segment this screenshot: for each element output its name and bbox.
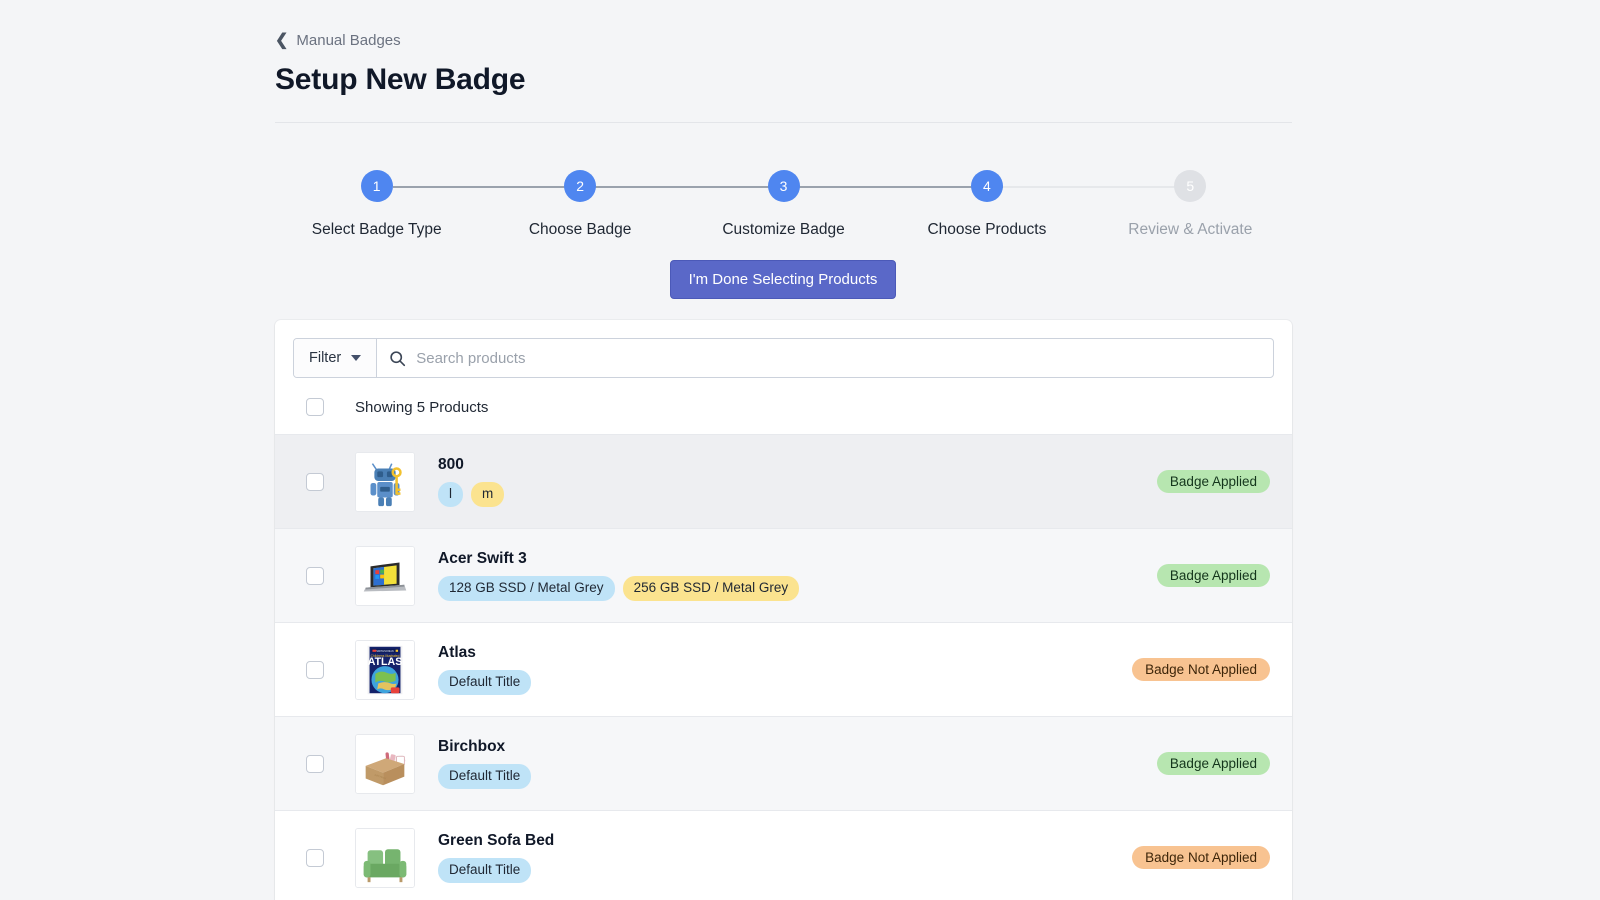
stepper-step-2[interactable]: 2 Choose Badge <box>478 170 681 239</box>
select-all-row: Showing 5 Products <box>275 378 1292 434</box>
product-row[interactable]: Green Sofa Bed Default Title Badge Not App… <box>275 811 1292 900</box>
stepper-step-3[interactable]: 3 Customize Badge <box>682 170 885 239</box>
page-root: ❮ Manual Badges Setup New Badge 1 Select … <box>0 0 1600 900</box>
variant-chip[interactable]: Default Title <box>438 858 531 882</box>
stepper-label: Select Badge Type <box>312 221 442 239</box>
progress-stepper: 1 Select Badge Type 2 Choose Badge 3 Customiz… <box>275 170 1292 239</box>
product-thumbnail <box>355 452 415 512</box>
product-info: Acer Swift 3 128 GB SSD / Metal Grey 256 G… <box>438 550 1157 600</box>
product-name: Atlas <box>438 644 1132 662</box>
stepper-number: 3 <box>768 170 800 202</box>
status-badge: Badge Applied <box>1157 752 1270 775</box>
variant-chip[interactable]: Default Title <box>438 764 531 788</box>
status-badge: Badge Applied <box>1157 470 1270 493</box>
variant-chip[interactable]: Default Title <box>438 670 531 694</box>
status-badge: Badge Applied <box>1157 564 1270 587</box>
variant-list: 128 GB SSD / Metal Grey 256 GB SSD / Meta… <box>438 576 1157 600</box>
filter-label: Filter <box>309 350 341 366</box>
product-row[interactable]: BIRCHBOX Birchbox Default Title Badge Appli… <box>275 717 1292 811</box>
status-badge: Badge Not Applied <box>1132 658 1270 681</box>
stepper-label: Choose Products <box>927 221 1046 239</box>
svg-text:SMITHSONIAN: SMITHSONIAN <box>376 650 394 653</box>
product-checkbox[interactable] <box>306 567 324 585</box>
chevron-down-icon <box>351 355 361 361</box>
variant-chip[interactable]: m <box>471 482 504 506</box>
done-selecting-products-button[interactable]: I'm Done Selecting Products <box>670 260 896 299</box>
stepper-step-4[interactable]: 4 Choose Products <box>885 170 1088 239</box>
toolbar: Filter <box>275 320 1292 378</box>
product-row[interactable]: 800lmBadge Applied <box>275 435 1292 529</box>
variant-chip[interactable]: l <box>438 482 463 506</box>
breadcrumb-label: Manual Badges <box>296 32 400 49</box>
stepper-number: 4 <box>971 170 1003 202</box>
product-info: Birchbox Default Title <box>438 738 1157 788</box>
product-name: Birchbox <box>438 738 1157 756</box>
variant-list: Default Title <box>438 670 1132 694</box>
product-list: 800lmBadge AppliedAcer Swift 3128 GB SSD… <box>275 434 1292 900</box>
product-thumbnail: BIRCHBOX <box>355 734 415 794</box>
product-name: 800 <box>438 456 1157 474</box>
product-checkbox[interactable] <box>306 473 324 491</box>
stepper-step-5[interactable]: 5 Review & Activate <box>1089 170 1292 239</box>
product-row[interactable]: SMITHSONIANChildrens IllustratedATLAS Atl… <box>275 623 1292 717</box>
page-header: ❮ Manual Badges Setup New Badge <box>275 32 1292 97</box>
product-checkbox[interactable] <box>306 661 324 679</box>
variant-chip[interactable]: 256 GB SSD / Metal Grey <box>623 576 800 600</box>
showing-count-label: Showing 5 Products <box>355 399 488 416</box>
select-all-checkbox[interactable] <box>306 398 324 416</box>
variant-list: Default Title <box>438 858 1132 882</box>
variant-list: Default Title <box>438 764 1157 788</box>
variant-list: lm <box>438 482 1157 506</box>
search-input[interactable] <box>416 350 1261 367</box>
product-info: Atlas Default Title <box>438 644 1132 694</box>
chevron-left-icon: ❮ <box>275 33 288 49</box>
product-checkbox[interactable] <box>306 849 324 867</box>
stepper-label: Choose Badge <box>529 221 632 239</box>
product-thumbnail <box>355 828 415 888</box>
product-name: Acer Swift 3 <box>438 550 1157 568</box>
stepper-label: Customize Badge <box>722 221 844 239</box>
status-badge: Badge Not Applied <box>1132 846 1270 869</box>
page-title: Setup New Badge <box>275 63 1292 97</box>
product-selection-card: Filter Showing 5 Products 800lmBadge App… <box>275 320 1292 900</box>
product-thumbnail <box>355 546 415 606</box>
product-row[interactable]: Acer Swift 3 128 GB SSD / Metal Grey 256 G… <box>275 529 1292 623</box>
product-checkbox[interactable] <box>306 755 324 773</box>
filter-dropdown-button[interactable]: Filter <box>294 339 377 377</box>
product-thumbnail: SMITHSONIANChildrens IllustratedATLAS <box>355 640 415 700</box>
breadcrumb[interactable]: ❮ Manual Badges <box>275 32 401 49</box>
product-info: 800 lm <box>438 456 1157 506</box>
search-field-wrap <box>377 339 1273 377</box>
product-info: Green Sofa Bed Default Title <box>438 832 1132 882</box>
header-divider <box>275 122 1292 123</box>
stepper-label: Review & Activate <box>1128 221 1252 239</box>
search-icon <box>389 350 406 367</box>
stepper-step-1[interactable]: 1 Select Badge Type <box>275 170 478 239</box>
variant-chip[interactable]: 128 GB SSD / Metal Grey <box>438 576 615 600</box>
product-name: Green Sofa Bed <box>438 832 1132 850</box>
stepper-number: 5 <box>1174 170 1206 202</box>
stepper-number: 1 <box>361 170 393 202</box>
stepper-number: 2 <box>564 170 596 202</box>
search-bar: Filter <box>293 338 1274 378</box>
